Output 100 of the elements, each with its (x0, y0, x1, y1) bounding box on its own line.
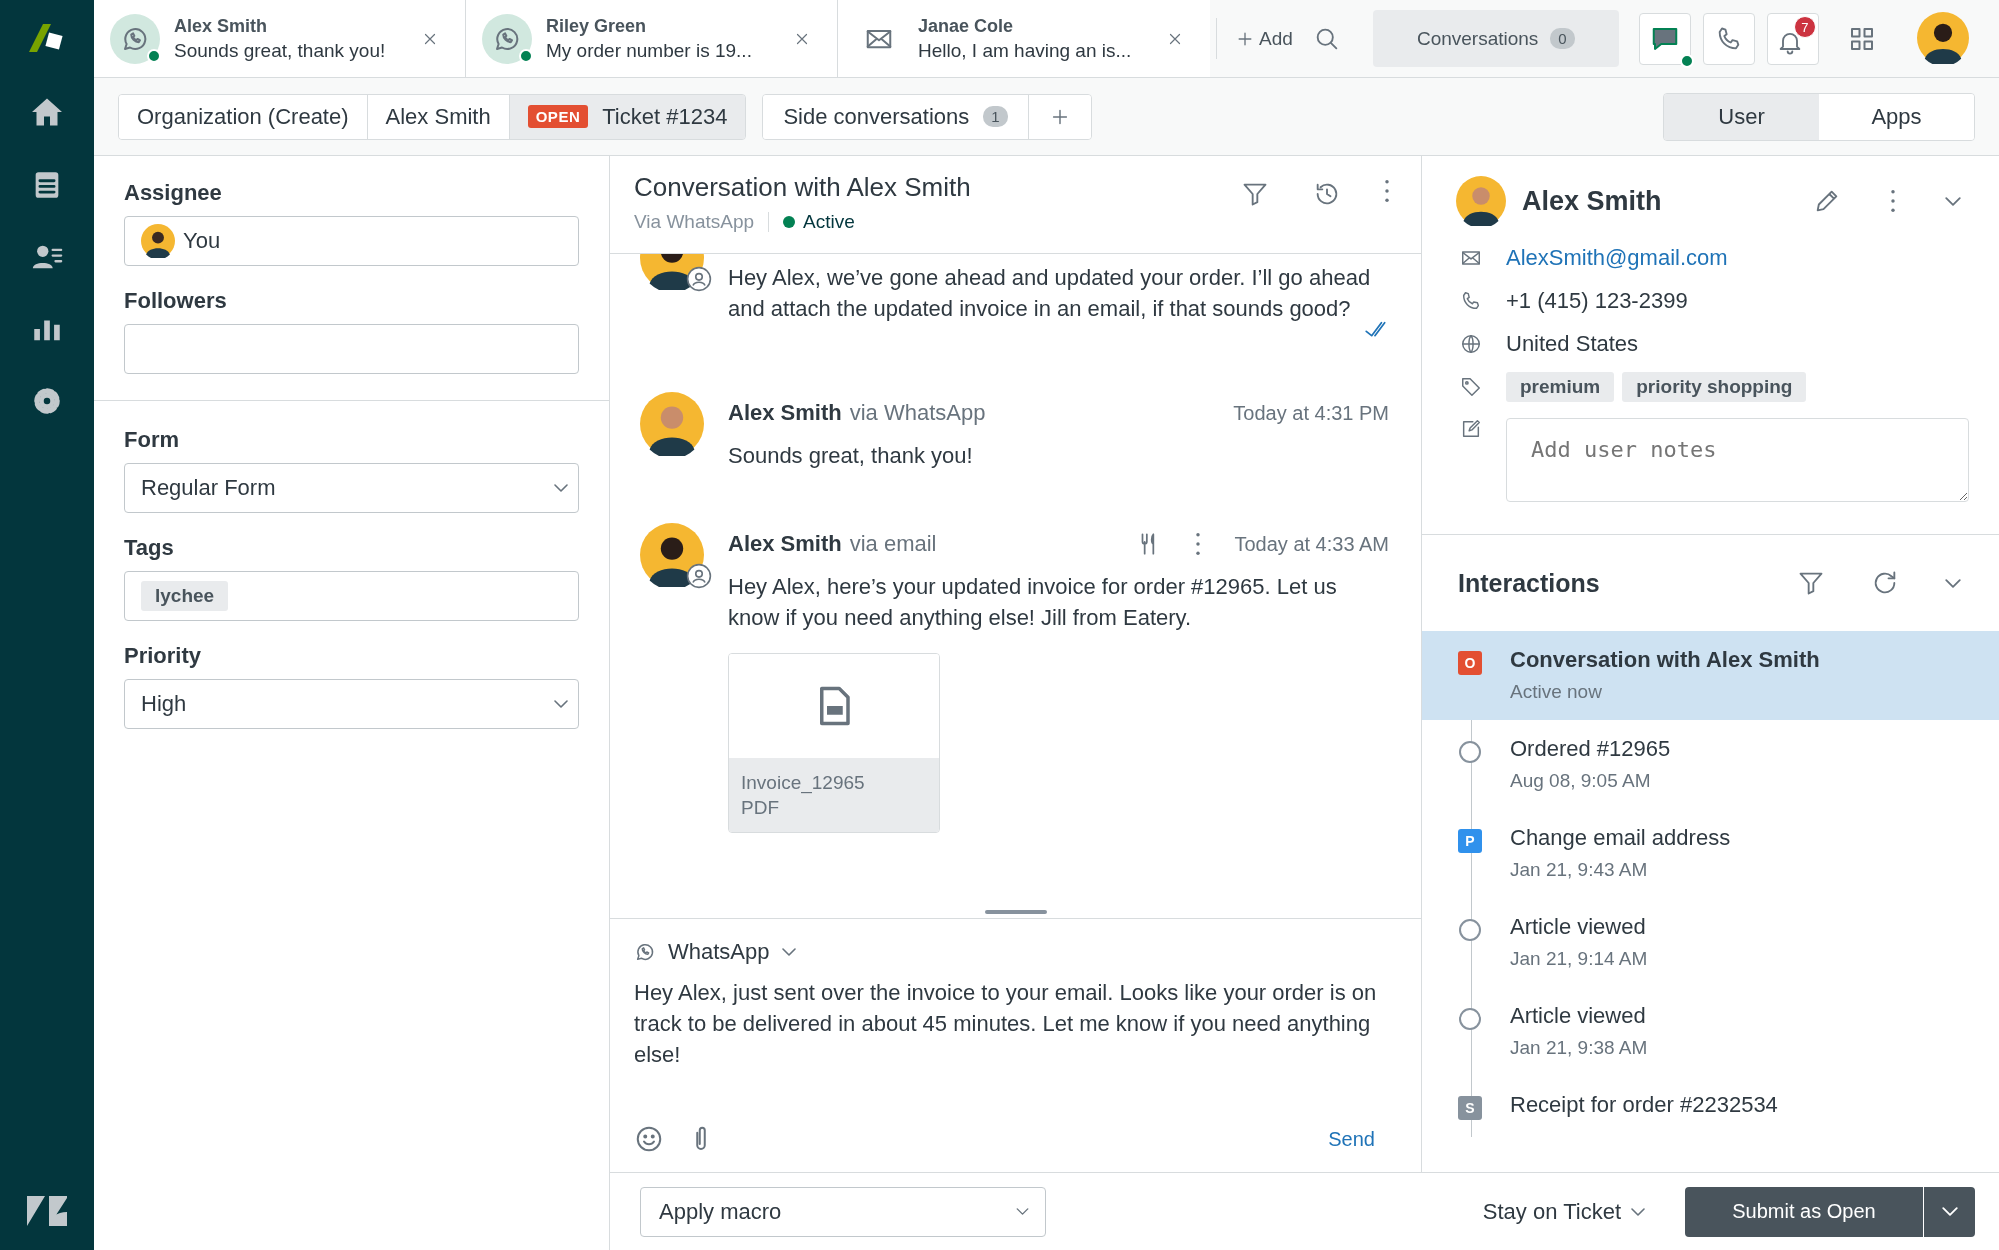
conversation-tab[interactable]: Janae Cole Hello, I am having an is... (838, 0, 1210, 77)
message-input[interactable]: Hey Alex, just sent over the invoice to your email. Looks like your order is on track to be delivered in about 45 minutes. Let me know if you need anything else! (634, 977, 1397, 1124)
attachment-card[interactable]: Invoice_12965 PDF (728, 653, 940, 833)
whatsapp-icon (634, 941, 656, 963)
event-dot (1459, 919, 1481, 941)
logo-icon[interactable] (25, 1194, 69, 1228)
count-badge: 0 (1550, 28, 1575, 49)
add-button[interactable]: Add (1223, 0, 1305, 77)
phone-button[interactable] (1702, 13, 1755, 65)
interaction-time: Aug 08, 9:05 AM (1510, 770, 1652, 792)
chevron-down-icon (1016, 1208, 1029, 1215)
event-dot (1459, 1008, 1481, 1030)
field-label: Assignee (124, 180, 223, 206)
chevron-down-icon (1941, 1207, 1958, 1216)
channel-label: Via WhatsApp (634, 211, 755, 233)
message-channel: via WhatsApp (849, 400, 986, 426)
phone-number: +1 (415) 123-2399 (1506, 287, 1688, 314)
message-text: Hey Alex, here’s your updated invoice for order #12965. Let us know if you need anything else! Jill from Eatery. (728, 573, 1338, 632)
chat-status-button[interactable] (1638, 13, 1691, 65)
chevron-down-icon (554, 700, 568, 708)
channel-dropdown[interactable]: WhatsApp (634, 939, 796, 965)
interaction-time: Jan 21, 9:38 AM (1510, 1037, 1648, 1059)
type-badge: S (1458, 1096, 1482, 1120)
breadcrumb-tab[interactable]: OPEN Ticket #1234 (509, 94, 746, 139)
message-text: Hey Alex, we’ve gone ahead and updated your order. I’ll go ahead and attach the updated invoice in an email, if that sounds good? (728, 264, 1372, 323)
interaction-item[interactable]: Ordered #12965 Aug 08, 9:05 AM (1422, 720, 1999, 809)
interaction-title: Article viewed (1510, 1003, 1647, 1029)
status-badge: OPEN (527, 105, 589, 128)
tab-preview: My order number is 19... (546, 39, 753, 62)
notification-count: 7 (1793, 16, 1816, 38)
message-text: Sounds great, thank you! (728, 442, 974, 470)
online-dot (1679, 54, 1694, 68)
chevron-down-icon (554, 484, 568, 492)
avatar (640, 523, 704, 587)
context-tab[interactable]: User (1664, 93, 1819, 140)
interaction-time: Active now (1510, 681, 1603, 703)
interaction-time: Jan 21, 9:14 AM (1510, 948, 1648, 970)
chevron-down-icon (1945, 196, 1961, 206)
chevron-down-icon (1945, 578, 1961, 588)
field-label: Tags (124, 535, 175, 561)
breadcrumb-tab[interactable]: Alex Smith (367, 94, 510, 139)
interaction-item[interactable]: P Change email address Jan 21, 9:43 AM (1422, 809, 1999, 898)
interaction-item[interactable]: Article viewed Jan 21, 9:38 AM (1422, 987, 1999, 1076)
type-badge: O (1458, 651, 1482, 675)
tab-preview: Sounds great, thank you! (174, 39, 387, 62)
avatar (1917, 12, 1969, 64)
tags-field[interactable]: lychee (124, 571, 579, 621)
country: United States (1506, 330, 1639, 357)
status-label: Active (803, 211, 855, 233)
attachment-type: PDF (741, 796, 780, 820)
message-time: Today at 4:33 AM (1234, 532, 1389, 556)
note-icon (1460, 418, 1482, 440)
interaction-item[interactable]: O Conversation with Alex Smith Active now (1422, 631, 1999, 720)
assignee-field[interactable]: You (124, 216, 579, 266)
type-badge: P (1458, 829, 1482, 853)
macro-dropdown[interactable]: Apply macro (640, 1186, 1046, 1237)
message-time: Today at 4:31 PM (1233, 401, 1389, 425)
stay-dropdown[interactable]: Stay on Ticket (1476, 1197, 1651, 1226)
tag: lychee (141, 581, 229, 611)
dropdown-field[interactable]: High (124, 679, 579, 729)
message-author: Alex Smith (728, 400, 842, 426)
more-icon (1891, 190, 1895, 212)
breadcrumb-tab[interactable]: Organization (Create) (119, 94, 368, 139)
interaction-title: Article viewed (1510, 914, 1647, 940)
field-label: Form (124, 427, 180, 453)
email-link[interactable]: AlexSmith@gmail.com (1506, 244, 1728, 271)
conversation-title: Conversation with Alex Smith (634, 172, 972, 203)
submit-options-button[interactable] (1923, 1186, 1975, 1237)
count-badge: 1 (983, 106, 1008, 127)
more-options-button[interactable] (1196, 533, 1201, 555)
submit-button[interactable]: Submit as Open (1685, 1186, 1923, 1237)
user-name: Alex Smith (1522, 185, 1663, 217)
conversation-tab[interactable]: Alex Smith Sounds great, thank you! (94, 0, 466, 77)
emoji-button[interactable] (634, 1124, 664, 1154)
interaction-item[interactable]: Article viewed Jan 21, 9:14 AM (1422, 898, 1999, 987)
conversations-button[interactable]: Conversations 0 (1372, 10, 1619, 67)
tag-icon (1460, 375, 1482, 398)
input-field[interactable] (124, 324, 579, 374)
notifications-button[interactable]: 7 (1766, 13, 1819, 65)
tag: priority shopping (1622, 371, 1807, 402)
dropdown-field[interactable]: Regular Form (124, 463, 579, 513)
message-channel: via email (849, 531, 937, 557)
context-tab[interactable]: Apps (1819, 93, 1974, 140)
resize-handle[interactable] (984, 910, 1047, 914)
smiley-icon (634, 1124, 664, 1154)
side-conversations-button[interactable]: Side conversations 1 (763, 94, 1029, 139)
tab-name: Janae Cole (918, 15, 1015, 37)
interaction-title: Change email address (1510, 825, 1731, 851)
interaction-item[interactable]: S Receipt for order #2232534 (1422, 1076, 1999, 1137)
notes-field[interactable]: Add user notes (1506, 418, 1969, 502)
interaction-title: Receipt for order #2232534 (1510, 1092, 1778, 1118)
conversation-tab[interactable]: Riley Green My order number is 19... (466, 0, 838, 77)
tab-preview: Hello, I am having an is... (918, 39, 1133, 62)
section-title: Interactions (1458, 568, 1601, 598)
more-icon (1196, 533, 1201, 555)
send-button[interactable]: Send (1322, 1126, 1381, 1152)
avatar (141, 224, 175, 258)
message-author: Alex Smith (728, 531, 842, 557)
attachment-name: Invoice_12965 (741, 771, 866, 795)
avatar (640, 392, 704, 456)
